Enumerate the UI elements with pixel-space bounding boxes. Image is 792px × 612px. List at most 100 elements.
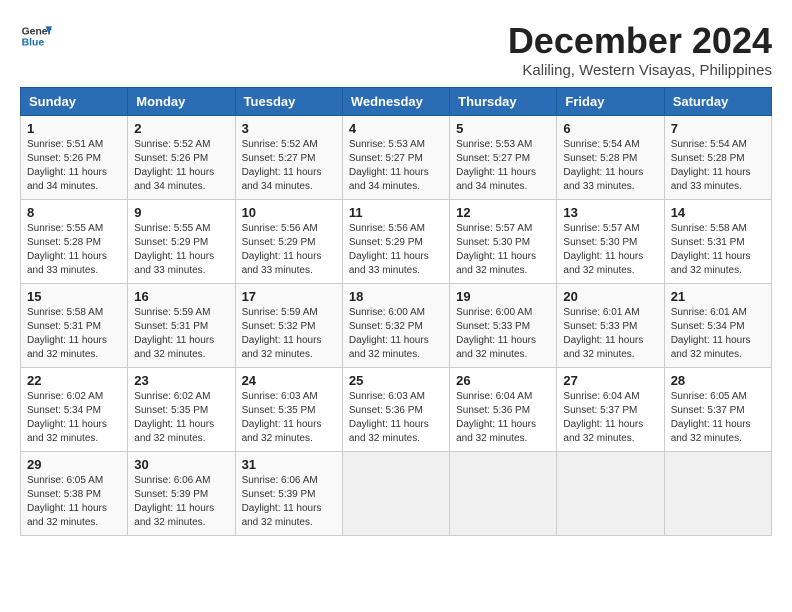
day-number: 31 [242, 457, 336, 472]
day-info: Sunrise: 5:55 AM Sunset: 5:28 PM Dayligh… [27, 222, 121, 278]
day-info: Sunrise: 6:03 AM Sunset: 5:35 PM Dayligh… [242, 390, 336, 446]
day-number: 7 [671, 121, 765, 136]
day-number: 10 [242, 205, 336, 220]
day-number: 24 [242, 373, 336, 388]
calendar-day-cell [664, 452, 771, 536]
calendar-day-cell: 26 Sunrise: 6:04 AM Sunset: 5:36 PM Dayli… [450, 368, 557, 452]
day-info: Sunrise: 6:04 AM Sunset: 5:36 PM Dayligh… [456, 390, 550, 446]
day-number: 23 [134, 373, 228, 388]
calendar-day-cell: 15Sunrise: 5:58 AM Sunset: 5:31 PM Dayli… [21, 284, 128, 368]
day-info: Sunrise: 5:55 AM Sunset: 5:29 PM Dayligh… [134, 222, 228, 278]
day-info: Sunrise: 5:53 AM Sunset: 5:27 PM Dayligh… [456, 138, 550, 194]
day-number: 2 [134, 121, 228, 136]
calendar-day-cell: 21 Sunrise: 6:01 AM Sunset: 5:34 PM Dayli… [664, 284, 771, 368]
day-info: Sunrise: 6:06 AM Sunset: 5:39 PM Dayligh… [134, 474, 228, 530]
day-number: 3 [242, 121, 336, 136]
calendar-day-cell: 14Sunrise: 5:58 AM Sunset: 5:31 PM Dayli… [664, 200, 771, 284]
day-number: 18 [349, 289, 443, 304]
calendar-day-cell: 22 Sunrise: 6:02 AM Sunset: 5:34 PM Dayli… [21, 368, 128, 452]
calendar-day-cell [557, 452, 664, 536]
calendar-week-row: 29 Sunrise: 6:05 AM Sunset: 5:38 PM Dayli… [21, 452, 772, 536]
day-info: Sunrise: 5:59 AM Sunset: 5:32 PM Dayligh… [242, 306, 336, 362]
title-block: December 2024 Kaliling, Western Visayas,… [508, 20, 772, 79]
day-number: 4 [349, 121, 443, 136]
day-info: Sunrise: 5:58 AM Sunset: 5:31 PM Dayligh… [27, 306, 121, 362]
day-info: Sunrise: 6:03 AM Sunset: 5:36 PM Dayligh… [349, 390, 443, 446]
calendar-day-cell: 18 Sunrise: 6:00 AM Sunset: 5:32 PM Dayli… [342, 284, 449, 368]
day-number: 14 [671, 205, 765, 220]
calendar-day-cell: 8 Sunrise: 5:55 AM Sunset: 5:28 PM Daylig… [21, 200, 128, 284]
day-of-week-header: Tuesday [235, 88, 342, 116]
day-number: 9 [134, 205, 228, 220]
day-number: 17 [242, 289, 336, 304]
calendar-day-cell: 11Sunrise: 5:56 AM Sunset: 5:29 PM Dayli… [342, 200, 449, 284]
day-info: Sunrise: 5:59 AM Sunset: 5:31 PM Dayligh… [134, 306, 228, 362]
logo: General Blue [20, 20, 52, 52]
day-info: Sunrise: 6:01 AM Sunset: 5:34 PM Dayligh… [671, 306, 765, 362]
calendar-day-cell: 17 Sunrise: 5:59 AM Sunset: 5:32 PM Dayli… [235, 284, 342, 368]
day-number: 19 [456, 289, 550, 304]
day-info: Sunrise: 6:02 AM Sunset: 5:35 PM Dayligh… [134, 390, 228, 446]
day-info: Sunrise: 5:52 AM Sunset: 5:26 PM Dayligh… [134, 138, 228, 194]
calendar-week-row: 8 Sunrise: 5:55 AM Sunset: 5:28 PM Daylig… [21, 200, 772, 284]
calendar-day-cell: 30 Sunrise: 6:06 AM Sunset: 5:39 PM Dayli… [128, 452, 235, 536]
calendar-day-cell [450, 452, 557, 536]
day-info: Sunrise: 6:01 AM Sunset: 5:33 PM Dayligh… [563, 306, 657, 362]
day-info: Sunrise: 5:52 AM Sunset: 5:27 PM Dayligh… [242, 138, 336, 194]
day-of-week-header: Wednesday [342, 88, 449, 116]
day-number: 5 [456, 121, 550, 136]
calendar-day-cell: 24 Sunrise: 6:03 AM Sunset: 5:35 PM Dayli… [235, 368, 342, 452]
day-number: 29 [27, 457, 121, 472]
day-info: Sunrise: 6:00 AM Sunset: 5:32 PM Dayligh… [349, 306, 443, 362]
calendar-day-cell: 25 Sunrise: 6:03 AM Sunset: 5:36 PM Dayli… [342, 368, 449, 452]
day-info: Sunrise: 6:02 AM Sunset: 5:34 PM Dayligh… [27, 390, 121, 446]
calendar-day-cell: 23 Sunrise: 6:02 AM Sunset: 5:35 PM Dayli… [128, 368, 235, 452]
day-number: 13 [563, 205, 657, 220]
day-of-week-header: Saturday [664, 88, 771, 116]
calendar-week-row: 22 Sunrise: 6:02 AM Sunset: 5:34 PM Dayli… [21, 368, 772, 452]
calendar-day-cell: 4Sunrise: 5:53 AM Sunset: 5:27 PM Daylig… [342, 116, 449, 200]
day-info: Sunrise: 6:04 AM Sunset: 5:37 PM Dayligh… [563, 390, 657, 446]
day-number: 30 [134, 457, 228, 472]
subtitle: Kaliling, Western Visayas, Philippines [508, 62, 772, 79]
calendar-day-cell: 29 Sunrise: 6:05 AM Sunset: 5:38 PM Dayli… [21, 452, 128, 536]
logo-icon: General Blue [20, 20, 52, 52]
day-info: Sunrise: 6:06 AM Sunset: 5:39 PM Dayligh… [242, 474, 336, 530]
day-number: 8 [27, 205, 121, 220]
calendar-header-row: SundayMondayTuesdayWednesdayThursdayFrid… [21, 88, 772, 116]
calendar-day-cell: 20 Sunrise: 6:01 AM Sunset: 5:33 PM Dayli… [557, 284, 664, 368]
day-of-week-header: Sunday [21, 88, 128, 116]
svg-text:Blue: Blue [22, 38, 45, 49]
day-info: Sunrise: 5:54 AM Sunset: 5:28 PM Dayligh… [563, 138, 657, 194]
calendar-day-cell: 12 Sunrise: 5:57 AM Sunset: 5:30 PM Dayli… [450, 200, 557, 284]
calendar-day-cell: 13Sunrise: 5:57 AM Sunset: 5:30 PM Dayli… [557, 200, 664, 284]
day-number: 26 [456, 373, 550, 388]
day-number: 12 [456, 205, 550, 220]
calendar-day-cell: 31 Sunrise: 6:06 AM Sunset: 5:39 PM Dayli… [235, 452, 342, 536]
day-number: 21 [671, 289, 765, 304]
calendar-table: SundayMondayTuesdayWednesdayThursdayFrid… [20, 87, 772, 536]
calendar-day-cell: 1 Sunrise: 5:51 AM Sunset: 5:26 PM Daylig… [21, 116, 128, 200]
day-info: Sunrise: 5:51 AM Sunset: 5:26 PM Dayligh… [27, 138, 121, 194]
day-of-week-header: Thursday [450, 88, 557, 116]
day-of-week-header: Friday [557, 88, 664, 116]
day-info: Sunrise: 5:54 AM Sunset: 5:28 PM Dayligh… [671, 138, 765, 194]
calendar-day-cell: 3 Sunrise: 5:52 AM Sunset: 5:27 PM Daylig… [235, 116, 342, 200]
day-info: Sunrise: 6:00 AM Sunset: 5:33 PM Dayligh… [456, 306, 550, 362]
day-number: 22 [27, 373, 121, 388]
calendar-day-cell: 5 Sunrise: 5:53 AM Sunset: 5:27 PM Daylig… [450, 116, 557, 200]
day-of-week-header: Monday [128, 88, 235, 116]
day-number: 16 [134, 289, 228, 304]
day-info: Sunrise: 5:57 AM Sunset: 5:30 PM Dayligh… [456, 222, 550, 278]
calendar-day-cell: 16 Sunrise: 5:59 AM Sunset: 5:31 PM Dayli… [128, 284, 235, 368]
calendar-day-cell: 7 Sunrise: 5:54 AM Sunset: 5:28 PM Daylig… [664, 116, 771, 200]
day-number: 20 [563, 289, 657, 304]
day-number: 25 [349, 373, 443, 388]
day-info: Sunrise: 6:05 AM Sunset: 5:38 PM Dayligh… [27, 474, 121, 530]
day-info: Sunrise: 6:05 AM Sunset: 5:37 PM Dayligh… [671, 390, 765, 446]
calendar-day-cell: 9 Sunrise: 5:55 AM Sunset: 5:29 PM Daylig… [128, 200, 235, 284]
day-number: 1 [27, 121, 121, 136]
day-number: 28 [671, 373, 765, 388]
calendar-day-cell: 6Sunrise: 5:54 AM Sunset: 5:28 PM Daylig… [557, 116, 664, 200]
day-number: 11 [349, 205, 443, 220]
